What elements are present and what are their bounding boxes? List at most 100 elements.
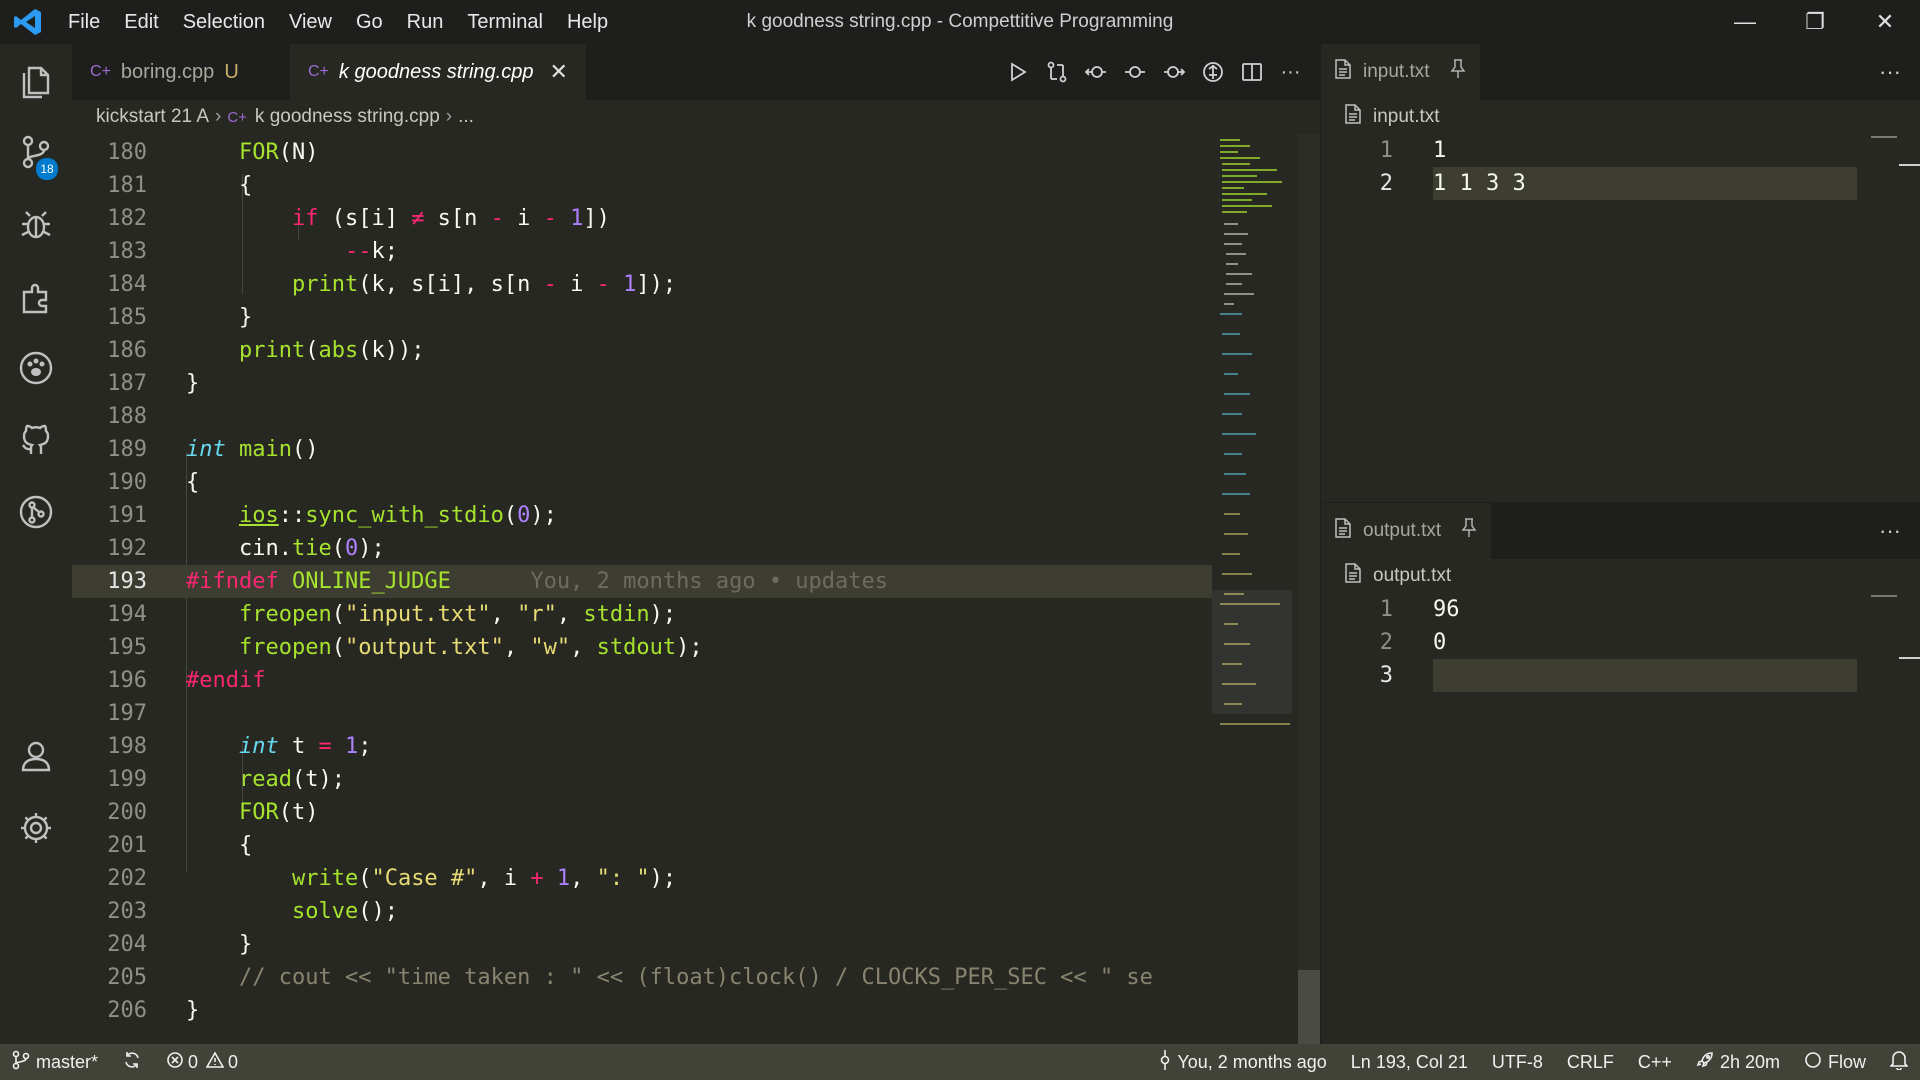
- chevron-right-icon: ›: [215, 106, 222, 127]
- inline-blame: You, 2 months ago • updates: [530, 569, 889, 594]
- tab-output-txt[interactable]: output.txt: [1321, 503, 1492, 559]
- code-line: 187}: [107, 371, 200, 396]
- timeline-next-icon[interactable]: [1154, 61, 1193, 83]
- branch-status[interactable]: master*: [0, 1050, 110, 1075]
- settings-icon[interactable]: [0, 792, 72, 864]
- code-line: 185 }: [107, 305, 253, 330]
- menu-terminal[interactable]: Terminal: [455, 0, 555, 44]
- output-editor[interactable]: 1 96 20 3: [1321, 593, 1920, 1033]
- git-branch-icon: [12, 1050, 30, 1075]
- breadcrumb-folder[interactable]: kickstart 21 A: [96, 106, 209, 128]
- menu-edit[interactable]: Edit: [112, 0, 170, 44]
- code-line: 197: [107, 701, 147, 726]
- notifications-button[interactable]: [1878, 1050, 1920, 1075]
- git-graph-icon[interactable]: [0, 476, 72, 548]
- language-mode[interactable]: C++: [1626, 1052, 1684, 1073]
- code-line: 205 // cout << "time taken : " << (float…: [107, 965, 1153, 990]
- breadcrumb-symbol[interactable]: ...: [458, 106, 474, 128]
- timer-status[interactable]: 2h 20m: [1684, 1051, 1792, 1074]
- paw-icon[interactable]: [0, 332, 72, 404]
- menu-bar: File Edit Selection View Go Run Terminal…: [56, 0, 620, 44]
- tab-input-txt[interactable]: input.txt: [1321, 44, 1480, 100]
- chevron-right-icon: ›: [445, 106, 453, 127]
- scm-badge: 18: [36, 158, 58, 180]
- sync-button[interactable]: [110, 1050, 154, 1075]
- menu-go[interactable]: Go: [344, 0, 395, 44]
- breadcrumb-file[interactable]: output.txt: [1373, 565, 1451, 587]
- code-line: 188: [107, 404, 147, 429]
- pin-icon[interactable]: [1450, 59, 1466, 85]
- cpp-file-icon: C+: [90, 63, 111, 80]
- activity-bar: 18: [0, 44, 72, 1044]
- problems-status[interactable]: 0 0: [154, 1050, 250, 1075]
- menu-file[interactable]: File: [56, 0, 112, 44]
- minimize-button[interactable]: —: [1710, 0, 1780, 44]
- debug-icon[interactable]: [0, 188, 72, 260]
- input-breadcrumb: input.txt: [1321, 100, 1920, 134]
- tab-k-goodness-string[interactable]: C+ k goodness string.cpp ✕: [290, 44, 586, 100]
- github-icon[interactable]: [0, 404, 72, 476]
- code-line: 189 int main(): [107, 437, 319, 462]
- code-line: 1 96: [1379, 597, 1460, 622]
- vertical-scrollbar[interactable]: [1298, 134, 1320, 1066]
- code-line: 190{: [107, 470, 200, 495]
- run-icon[interactable]: [998, 61, 1037, 83]
- code-line: 181 {: [107, 173, 253, 198]
- code-line-current: 193 #ifndef ONLINE_JUDGE You, 2 months ag…: [72, 565, 1212, 598]
- status-bar: master* 0 0 You, 2 months ago Ln 193, Co…: [0, 1044, 1920, 1080]
- encoding-status[interactable]: UTF-8: [1480, 1052, 1555, 1073]
- code-line: 11: [1379, 138, 1447, 163]
- input-editor[interactable]: 11 21 1 3 3: [1321, 134, 1920, 514]
- cpp-file-icon: C+: [227, 108, 247, 126]
- output-breadcrumb: output.txt: [1321, 559, 1920, 593]
- code-editor[interactable]: 180 FOR(N) 181 { 182 if (s[i] ≠ s[n - i …: [72, 134, 1212, 1044]
- go-back-icon[interactable]: [1076, 61, 1115, 83]
- untracked-status: U: [224, 60, 239, 83]
- menu-help[interactable]: Help: [555, 0, 620, 44]
- breadcrumb-file[interactable]: k goodness string.cpp: [255, 106, 440, 128]
- code-line-current: 21 1 3 3: [1321, 167, 1881, 200]
- menu-run[interactable]: Run: [395, 0, 456, 44]
- more-actions-icon[interactable]: ···: [1879, 503, 1901, 559]
- breadcrumb: kickstart 21 A › C+ k goodness string.cp…: [72, 100, 1320, 134]
- more-icon[interactable]: ···: [1271, 61, 1310, 84]
- code-line: 186 print(abs(k));: [107, 338, 425, 363]
- output-panel: output.txt ··· output.txt 1 96 20 3: [1321, 502, 1920, 1033]
- editor-group: C+ boring.cpp U C+ k goodness string.cpp…: [72, 44, 1320, 1080]
- code-line: 196 #endif: [107, 668, 266, 693]
- code-line: 192 cin.tie(0);: [107, 536, 385, 561]
- code-line: 202 write("Case #", i + 1, ": ");: [107, 866, 677, 891]
- minimap: [1865, 134, 1920, 514]
- flow-status[interactable]: Flow: [1792, 1051, 1878, 1074]
- compare-icon[interactable]: [1037, 61, 1076, 83]
- close-window-button[interactable]: ✕: [1850, 0, 1920, 44]
- title-bar: File Edit Selection View Go Run Terminal…: [0, 0, 1920, 44]
- document-icon: [1335, 518, 1351, 544]
- timeline-prev-icon[interactable]: [1115, 61, 1154, 83]
- eol-status[interactable]: CRLF: [1555, 1052, 1626, 1073]
- blame-status[interactable]: You, 2 months ago: [1147, 1049, 1338, 1075]
- restore-button[interactable]: ❐: [1780, 0, 1850, 44]
- code-line: 198 int t = 1;: [107, 734, 372, 759]
- close-tab-icon[interactable]: ✕: [549, 59, 567, 85]
- split-editor-icon[interactable]: [1232, 61, 1271, 83]
- extensions-icon[interactable]: [0, 260, 72, 332]
- explorer-icon[interactable]: [0, 44, 72, 116]
- breadcrumb-file[interactable]: input.txt: [1373, 106, 1440, 128]
- circle-icon: [1804, 1051, 1822, 1074]
- tab-boring-cpp[interactable]: C+ boring.cpp U: [72, 44, 277, 100]
- more-actions-icon[interactable]: ···: [1879, 44, 1901, 100]
- document-icon: [1345, 563, 1361, 589]
- minimap[interactable]: [1212, 134, 1292, 1044]
- tab-label: boring.cpp: [120, 60, 215, 83]
- pin-icon[interactable]: [1461, 518, 1477, 544]
- input-tabs: input.txt ···: [1321, 44, 1920, 100]
- account-icon[interactable]: [0, 720, 72, 792]
- menu-view[interactable]: View: [277, 0, 344, 44]
- cursor-position[interactable]: Ln 193, Col 21: [1339, 1052, 1480, 1073]
- code-line: 195 freopen("output.txt", "w", stdout);: [107, 635, 703, 660]
- input-panel: input.txt ··· input.txt 11 21 1 3 3: [1321, 44, 1920, 514]
- menu-selection[interactable]: Selection: [171, 0, 277, 44]
- source-control-icon[interactable]: 18: [0, 116, 72, 188]
- open-changes-icon[interactable]: [1193, 61, 1232, 83]
